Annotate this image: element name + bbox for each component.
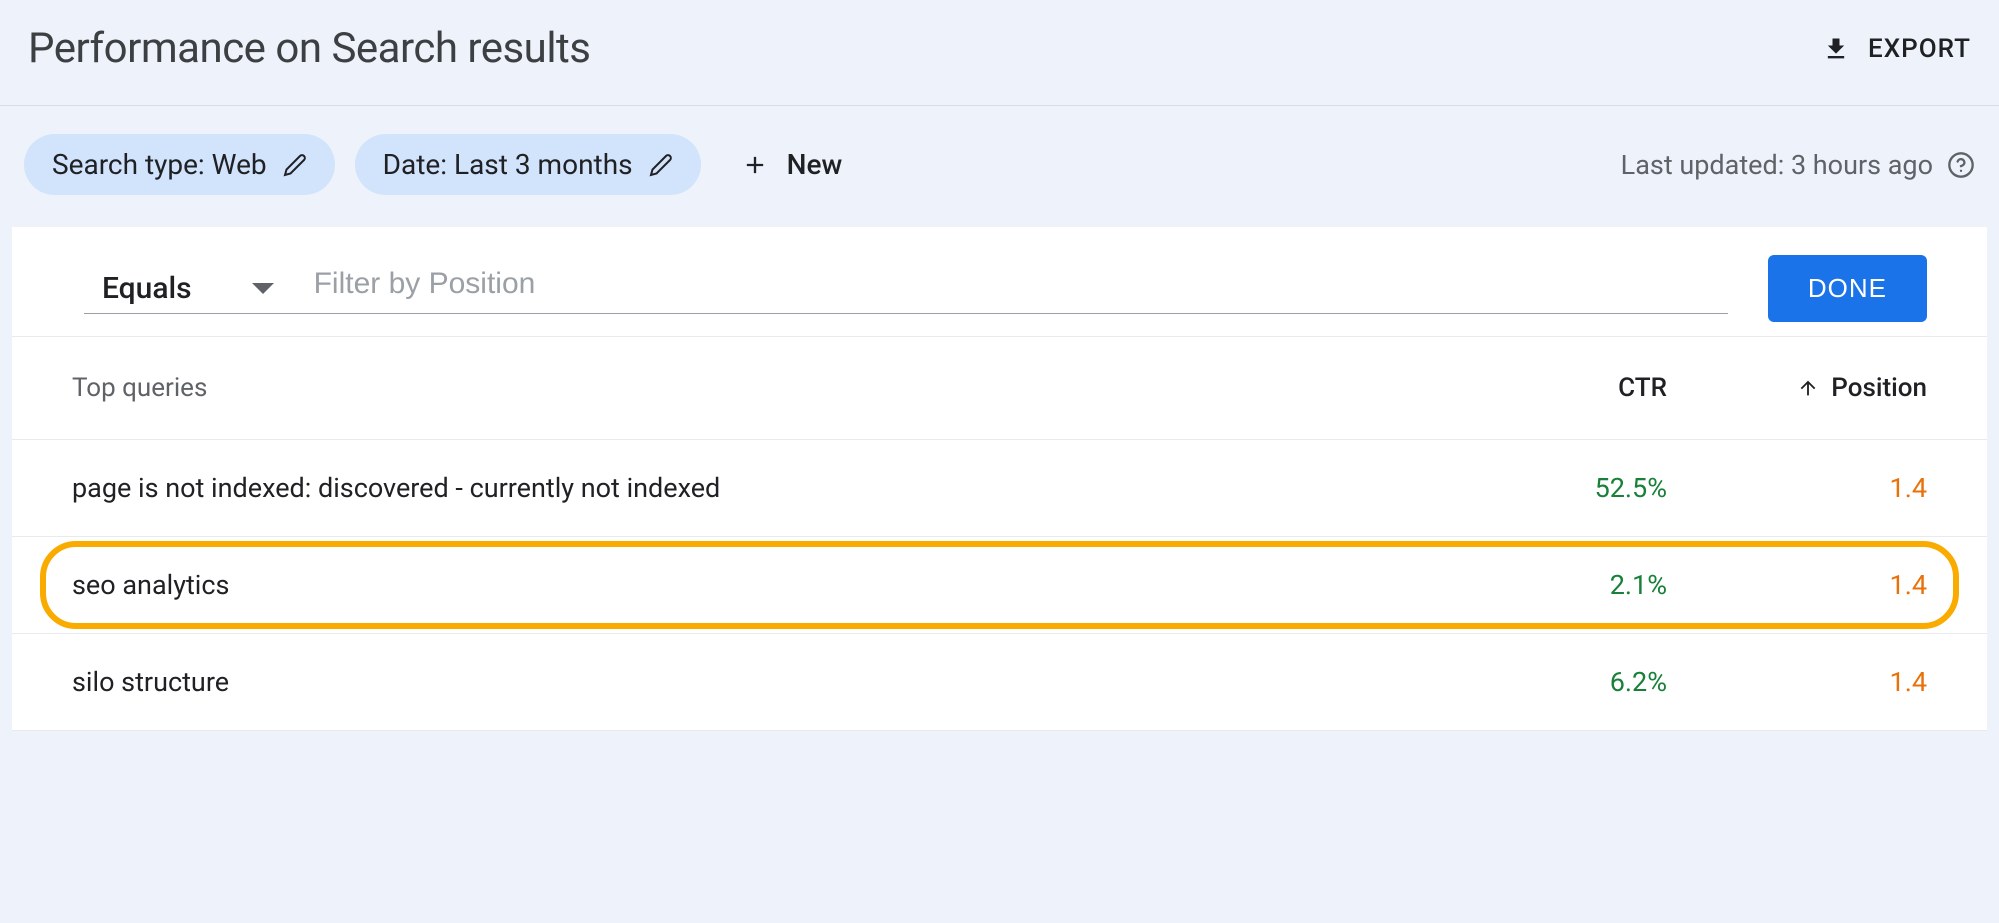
filters-bar: Search type: Web Date: Last 3 months New… [0, 106, 1999, 227]
last-updated-text: Last updated: 3 hours ago [1621, 149, 1933, 181]
input-underline [84, 313, 1728, 314]
query-cell: silo structure [72, 666, 1467, 698]
pencil-icon [283, 153, 307, 177]
ctr-cell: 52.5% [1467, 472, 1667, 504]
query-cell: seo analytics [72, 569, 1467, 601]
operator-label: Equals [102, 271, 192, 306]
table-row[interactable]: seo analytics2.1%1.4 [12, 537, 1987, 633]
date-label: Date: Last 3 months [383, 148, 633, 181]
position-cell: 1.4 [1667, 569, 1927, 601]
operator-dropdown[interactable]: Equals [102, 271, 274, 307]
header: Performance on Search results EXPORT [0, 0, 1999, 106]
done-button[interactable]: DONE [1768, 255, 1927, 322]
filter-input-wrap [314, 263, 1728, 314]
export-label: EXPORT [1868, 34, 1971, 64]
plus-icon [741, 151, 769, 179]
pencil-icon [649, 153, 673, 177]
chevron-down-icon [252, 283, 274, 294]
col-header-query[interactable]: Top queries [72, 373, 1467, 403]
arrow-up-icon [1797, 377, 1819, 399]
table-header: Top queries CTR Position [12, 336, 1987, 440]
date-chip[interactable]: Date: Last 3 months [355, 134, 701, 195]
download-icon [1822, 35, 1850, 63]
ctr-cell: 2.1% [1467, 569, 1667, 601]
position-cell: 1.4 [1667, 472, 1927, 504]
col-header-ctr[interactable]: CTR [1467, 373, 1667, 403]
query-cell: page is not indexed: discovered - curren… [72, 472, 1467, 504]
search-type-chip[interactable]: Search type: Web [24, 134, 335, 195]
table-body: page is not indexed: discovered - curren… [12, 440, 1987, 731]
results-card: Equals DONE Top queries CTR Position [12, 227, 1987, 731]
table-row[interactable]: page is not indexed: discovered - curren… [12, 440, 1987, 537]
search-type-label: Search type: Web [52, 148, 267, 181]
col-header-position[interactable]: Position [1667, 373, 1927, 403]
table-row[interactable]: silo structure6.2%1.4 [12, 633, 1987, 731]
filter-row: Equals DONE [12, 227, 1987, 336]
position-cell: 1.4 [1667, 666, 1927, 698]
position-filter-input[interactable] [314, 263, 1728, 305]
filters-left: Search type: Web Date: Last 3 months New [24, 134, 862, 195]
help-icon[interactable] [1947, 151, 1975, 179]
ctr-cell: 6.2% [1467, 666, 1667, 698]
col-header-position-label: Position [1831, 373, 1927, 403]
results-table: Top queries CTR Position page is not ind… [12, 336, 1987, 731]
page-title: Performance on Search results [28, 24, 590, 73]
export-button[interactable]: EXPORT [1822, 34, 1971, 64]
new-label: New [787, 148, 843, 181]
new-filter-button[interactable]: New [721, 134, 863, 195]
filters-right: Last updated: 3 hours ago [1621, 149, 1975, 181]
